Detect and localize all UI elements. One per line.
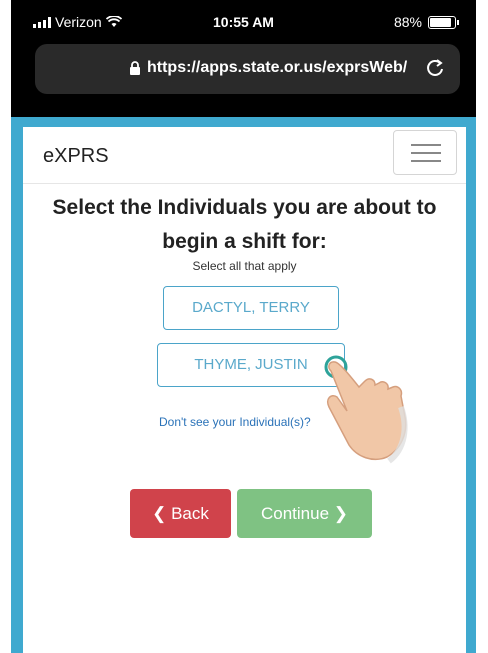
pointing-hand-icon: [324, 355, 408, 464]
page-title-line1: Select the Individuals you are about to: [52, 196, 437, 219]
back-label: Back: [171, 504, 209, 523]
menu-toggle-button[interactable]: [393, 130, 457, 175]
individual-button[interactable]: DACTYL, TERRY: [163, 286, 339, 330]
page-title: Select the Individuals you are about to …: [23, 191, 466, 259]
battery-icon: [428, 15, 459, 29]
continue-label: Continue: [260, 504, 330, 523]
status-bar: Verizon 10:55 AM 88%: [11, 14, 476, 34]
battery-percent: 88%: [393, 14, 422, 30]
browser-chrome: Verizon 10:55 AM 88% https://apps.state.…: [11, 0, 476, 117]
chevron-left-icon: ❮︎: [152, 504, 167, 523]
battery-group: 88%: [393, 14, 459, 30]
lock-icon: [130, 61, 140, 75]
reload-icon[interactable]: [424, 57, 446, 79]
hamburger-icon: [411, 144, 441, 146]
brand-logo[interactable]: eXPRS: [43, 145, 109, 168]
page-title-line2: begin a shift for:: [162, 230, 327, 253]
url-text[interactable]: https://apps.state.or.us/exprsWeb/: [147, 59, 407, 77]
missing-individual-link[interactable]: Don't see your Individual(s)?: [159, 415, 311, 429]
chevron-right-icon: ❯︎: [333, 504, 349, 523]
app-page: eXPRS Select the Individuals you are abo…: [23, 127, 466, 653]
page-subtitle: Select all that apply: [192, 259, 297, 273]
address-bar[interactable]: https://apps.state.or.us/exprsWeb/: [35, 44, 460, 94]
continue-button[interactable]: Continue ❯︎: [237, 489, 372, 538]
back-button[interactable]: ❮︎ Back: [130, 489, 231, 538]
navbar: eXPRS: [23, 127, 466, 184]
